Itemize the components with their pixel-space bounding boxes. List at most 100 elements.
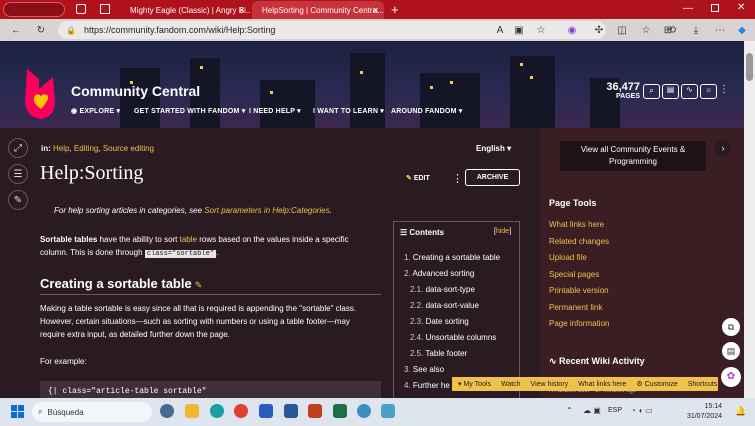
close-window-button[interactable]: ✕ (737, 2, 745, 13)
tool-permanent-link[interactable]: Permanent link (549, 303, 602, 312)
notification-bell-icon[interactable]: 🔔 (735, 406, 746, 417)
clock[interactable]: 15:14 31/07/2024 (672, 402, 722, 422)
refresh-icon[interactable]: ↻ (33, 22, 49, 38)
tray-icons[interactable]: ☁ ▣ (583, 406, 601, 415)
community-events-button[interactable]: View all Community Events & Programming (560, 141, 706, 171)
history-icon[interactable]: ⟲ (664, 22, 680, 38)
puzzle-icon[interactable]: ✣ (591, 22, 607, 38)
maps-icon[interactable] (357, 404, 371, 418)
new-tab-button[interactable]: + (391, 2, 399, 17)
fandom-logo[interactable] (21, 67, 61, 121)
category-link[interactable]: Source editing (103, 144, 154, 153)
toolbar-shortcuts[interactable]: Shortcuts (688, 381, 718, 388)
tool-page-information[interactable]: Page information (549, 319, 609, 328)
search-icon[interactable]: ⌕ (643, 84, 660, 99)
copilot-icon[interactable]: ◆ (734, 22, 750, 38)
tab-mighty-eagle[interactable]: Mighty Eagle (Classic) | Angry Bi... ✕ (120, 1, 250, 19)
split-screen-icon[interactable]: ◫ (614, 22, 630, 38)
toolbar-my-tools[interactable]: ▾ My Tools (458, 380, 491, 388)
toc-item[interactable]: 2.4. Unsortable columns (410, 333, 496, 342)
category-link[interactable]: Editing (74, 144, 98, 153)
powerpoint-icon[interactable] (308, 404, 322, 418)
hatnote-link[interactable]: Sort parameters in Help:Categories (204, 206, 329, 215)
toolbar-what-links-here[interactable]: What links here (578, 381, 626, 388)
extension-icon[interactable]: ◉ (564, 22, 580, 38)
minimize-button[interactable]: — (683, 3, 693, 14)
toc-item[interactable]: 2. Advanced sorting (404, 269, 474, 278)
section-paragraph: Making a table sortable is easy since al… (40, 304, 357, 339)
tool-what-links-here[interactable]: What links here (549, 220, 604, 229)
toc-item[interactable]: 2.1. data-sort-type (410, 285, 475, 294)
profile-button[interactable] (3, 2, 65, 17)
table-link[interactable]: table (180, 235, 197, 244)
widgets-icon[interactable] (160, 404, 174, 418)
language-indicator[interactable]: ESP (608, 407, 622, 414)
close-icon[interactable]: ✕ (372, 6, 379, 15)
edit-pencil-icon[interactable]: ✎ (8, 190, 28, 210)
more-icon[interactable]: ⋮ (719, 84, 729, 99)
toolbar-view-history[interactable]: View history (531, 381, 569, 388)
more-menu-icon[interactable]: ⋯ (712, 22, 728, 38)
nav-i-want-to-learn[interactable]: I WANT TO LEARN ▾ (313, 107, 384, 115)
taskbar-search[interactable]: ⌕ Búsqueda (32, 402, 152, 422)
toolbar-customize[interactable]: ⚙ Customize (636, 380, 677, 388)
tray-chevron-icon[interactable]: ⌃ (566, 406, 573, 415)
nav-around-fandom[interactable]: AROUND FANDOM ▾ (391, 107, 462, 115)
excel-icon[interactable] (333, 404, 347, 418)
floating-copilot-icon[interactable]: ✿ (721, 367, 741, 387)
app-available-icon[interactable]: ▣ (511, 22, 527, 38)
tab-help-sorting[interactable]: HelpSorting | Community Centra... ✕ (252, 1, 384, 19)
section-edit-icon[interactable]: ✎ (195, 280, 203, 290)
toc-item[interactable]: 2.5. Table footer (410, 349, 467, 358)
toc-item[interactable]: 1. Creating a sortable table (404, 253, 500, 262)
favorite-star-icon[interactable]: ☆ (533, 22, 549, 38)
sidebar-collapse-icon[interactable]: › (715, 140, 731, 156)
floating-translate-icon[interactable]: ⧉ (722, 318, 740, 336)
expand-icon[interactable]: ⤢ (8, 138, 28, 158)
downloads-icon[interactable]: ⤓ (688, 22, 704, 38)
favorites-icon[interactable]: ☆ (638, 22, 654, 38)
activity-icon[interactable]: ∿ (681, 84, 698, 99)
language-selector[interactable]: English ▾ (476, 144, 511, 153)
category-link[interactable]: Help (53, 144, 69, 153)
mail-icon[interactable] (259, 404, 273, 418)
edge-icon[interactable] (210, 404, 224, 418)
back-icon[interactable]: ← (8, 22, 24, 38)
chrome-icon[interactable] (234, 404, 248, 418)
windows-start-icon[interactable] (11, 405, 24, 418)
tool-upload-file[interactable]: Upload file (549, 253, 587, 262)
app-icon[interactable] (381, 404, 395, 418)
floating-reader-icon[interactable]: ▤ (722, 342, 740, 360)
page-scrollbar[interactable] (744, 41, 755, 398)
close-icon[interactable]: ✕ (238, 6, 245, 15)
network-volume-icons[interactable]: ◔ ◖ ▭ (631, 406, 653, 415)
word-icon[interactable] (284, 404, 298, 418)
community-name[interactable]: Community Central (71, 83, 200, 99)
toc-item[interactable]: 2.2. data-sort-value (410, 301, 479, 310)
tool-related-changes[interactable]: Related changes (549, 237, 609, 246)
toc-item[interactable]: 4. Further he (404, 381, 450, 390)
tool-special-pages[interactable]: Special pages (549, 270, 599, 279)
toc-item[interactable]: 2.3. Date sorting (410, 317, 469, 326)
code-line: {| class="article-table sortable" (48, 387, 207, 396)
right-sidebar: View all Community Events & Programming … (540, 128, 744, 398)
nav-i-need-help[interactable]: I NEED HELP ▾ (249, 107, 301, 115)
scroll-thumb[interactable] (746, 53, 753, 81)
nav-explore[interactable]: ◉ EXPLORE ▾ (71, 107, 120, 115)
archive-button[interactable]: ARCHIVE (465, 169, 520, 186)
file-explorer-icon[interactable] (185, 404, 199, 418)
theme-icon[interactable]: ☼ (700, 84, 717, 99)
page-actions-icon[interactable]: ⋮ (452, 172, 463, 185)
maximize-button[interactable] (711, 4, 719, 12)
toolbar-watch[interactable]: Watch (501, 381, 521, 388)
tool-printable-version[interactable]: Printable version (549, 286, 609, 295)
discussions-icon[interactable]: ▤ (662, 84, 679, 99)
read-aloud-icon[interactable]: A (492, 22, 508, 38)
tab-actions-icon[interactable] (100, 4, 110, 14)
workspaces-icon[interactable] (76, 4, 86, 14)
edit-button[interactable]: ✎ EDIT (406, 174, 430, 182)
toc-item[interactable]: 3. See also (404, 365, 444, 374)
nav-get-started[interactable]: GET STARTED WITH FANDOM ▾ (134, 107, 245, 115)
toc-hide-link[interactable]: [hide] (494, 228, 511, 235)
toc-list-icon[interactable]: ☰ (8, 164, 28, 184)
